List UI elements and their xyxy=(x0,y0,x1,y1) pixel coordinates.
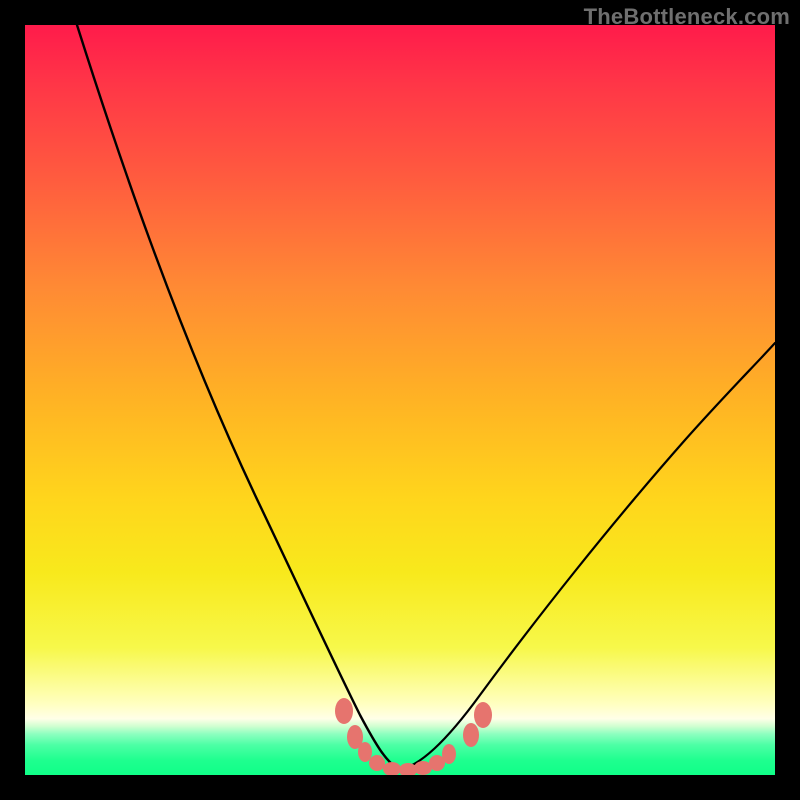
threshold-marker xyxy=(383,762,401,775)
watermark-text: TheBottleneck.com xyxy=(584,4,790,30)
bottleneck-chart xyxy=(25,25,775,775)
threshold-marker xyxy=(442,744,456,764)
left-curve xyxy=(77,25,400,770)
curve-layer xyxy=(77,25,775,770)
right-curve xyxy=(400,343,775,770)
threshold-marker xyxy=(358,742,372,762)
threshold-marker xyxy=(474,702,492,728)
threshold-marker xyxy=(335,698,353,724)
threshold-marker xyxy=(463,723,479,747)
chart-frame xyxy=(25,25,775,775)
threshold-marker xyxy=(369,755,385,771)
